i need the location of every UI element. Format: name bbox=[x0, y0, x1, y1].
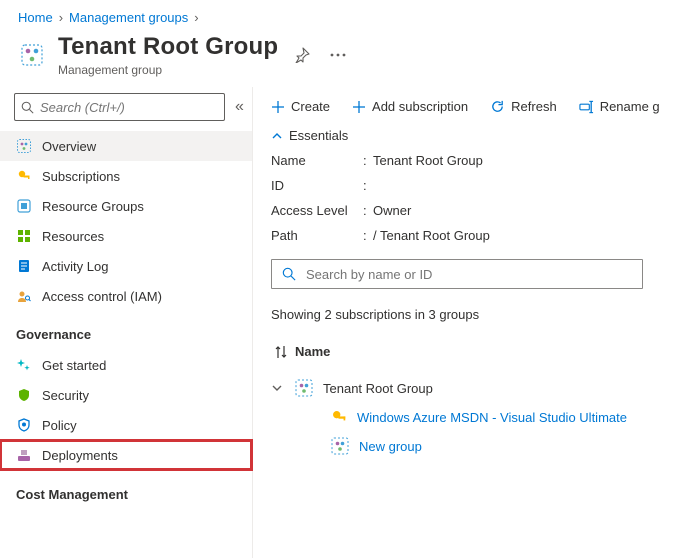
tree-row-root[interactable]: Tenant Root Group bbox=[271, 373, 700, 403]
search-icon bbox=[21, 101, 34, 114]
sidebar-item-label: Deployments bbox=[42, 448, 118, 463]
column-header-label: Name bbox=[295, 344, 330, 359]
tree-row-label: Tenant Root Group bbox=[323, 381, 433, 396]
main-search[interactable] bbox=[271, 259, 643, 289]
tree-row-link[interactable]: Windows Azure MSDN - Visual Studio Ultim… bbox=[357, 410, 627, 425]
main-pane: Create Add subscription Refresh Rename g… bbox=[253, 87, 700, 558]
essentials-access-label: Access Level bbox=[271, 203, 363, 218]
sidebar-item-label: Policy bbox=[42, 418, 77, 433]
sidebar-section-governance: Governance bbox=[0, 311, 252, 350]
grid-icon bbox=[16, 228, 32, 244]
essentials-grid: Name:Tenant Root Group ID: Access Level:… bbox=[271, 153, 700, 259]
showing-text: Showing 2 subscriptions in 3 groups bbox=[271, 307, 700, 322]
sidebar-item-label: Overview bbox=[42, 139, 96, 154]
sidebar-item-label: Get started bbox=[42, 358, 106, 373]
sidebar-item-access-control[interactable]: Access control (IAM) bbox=[0, 281, 252, 311]
sidebar-item-label: Resources bbox=[42, 229, 104, 244]
chevron-down-icon[interactable] bbox=[271, 382, 285, 394]
collapse-sidebar-icon[interactable]: « bbox=[231, 96, 248, 118]
policy-icon bbox=[16, 417, 32, 433]
essentials-toggle[interactable]: Essentials bbox=[271, 128, 700, 153]
add-subscription-button[interactable]: Add subscription bbox=[352, 99, 468, 114]
toolbar-label: Refresh bbox=[511, 99, 557, 114]
chevron-up-icon bbox=[271, 130, 283, 142]
chevron-right-icon: › bbox=[194, 10, 198, 25]
sidebar-item-label: Access control (IAM) bbox=[42, 289, 162, 304]
shield-icon bbox=[16, 387, 32, 403]
sidebar-item-policy[interactable]: Policy bbox=[0, 410, 252, 440]
sidebar-item-deployments[interactable]: Deployments bbox=[0, 440, 252, 470]
refresh-icon bbox=[490, 99, 505, 114]
plus-icon bbox=[352, 100, 366, 114]
key-icon bbox=[16, 168, 32, 184]
tree-row-subscription[interactable]: Windows Azure MSDN - Visual Studio Ultim… bbox=[271, 403, 700, 431]
management-group-icon bbox=[16, 138, 32, 154]
key-icon bbox=[331, 409, 347, 425]
name-column-header[interactable]: Name bbox=[271, 344, 700, 359]
essentials-name-label: Name bbox=[271, 153, 363, 168]
breadcrumb-management-groups[interactable]: Management groups bbox=[69, 10, 188, 25]
iam-icon bbox=[16, 288, 32, 304]
main-search-input[interactable] bbox=[306, 267, 632, 282]
breadcrumb-home[interactable]: Home bbox=[18, 10, 53, 25]
essentials-id-label: ID bbox=[271, 178, 363, 193]
sidebar-item-resource-groups[interactable]: Resource Groups bbox=[0, 191, 252, 221]
chevron-right-icon: › bbox=[59, 10, 63, 25]
sidebar-item-resources[interactable]: Resources bbox=[0, 221, 252, 251]
sidebar-search-input[interactable] bbox=[40, 100, 218, 115]
management-group-icon bbox=[18, 41, 46, 69]
essentials-path-value: / Tenant Root Group bbox=[373, 228, 700, 243]
management-group-icon bbox=[331, 437, 349, 455]
refresh-button[interactable]: Refresh bbox=[490, 99, 557, 114]
essentials-heading: Essentials bbox=[289, 128, 348, 143]
essentials-access-value: Owner bbox=[373, 203, 700, 218]
page-title: Tenant Root Group bbox=[58, 33, 278, 61]
sidebar-item-security[interactable]: Security bbox=[0, 380, 252, 410]
management-group-icon bbox=[295, 379, 313, 397]
tree-row-link[interactable]: New group bbox=[359, 439, 422, 454]
log-icon bbox=[16, 258, 32, 274]
tree-row-group[interactable]: New group bbox=[271, 431, 700, 461]
plus-icon bbox=[271, 100, 285, 114]
pin-icon[interactable] bbox=[290, 43, 314, 67]
sidebar: « Overview Subscriptions Resource Groups… bbox=[0, 87, 253, 558]
sidebar-item-get-started[interactable]: Get started bbox=[0, 350, 252, 380]
page-subtitle: Management group bbox=[58, 63, 278, 77]
sidebar-nav: Overview Subscriptions Resource Groups R… bbox=[0, 131, 252, 510]
breadcrumb: Home › Management groups › bbox=[0, 0, 700, 29]
sidebar-item-label: Activity Log bbox=[42, 259, 108, 274]
sidebar-item-label: Security bbox=[42, 388, 89, 403]
search-icon bbox=[282, 267, 296, 281]
sidebar-item-label: Subscriptions bbox=[42, 169, 120, 184]
more-icon[interactable] bbox=[326, 49, 350, 61]
sidebar-item-activity-log[interactable]: Activity Log bbox=[0, 251, 252, 281]
essentials-id-value bbox=[373, 178, 700, 193]
sparkle-icon bbox=[16, 357, 32, 373]
create-button[interactable]: Create bbox=[271, 99, 330, 114]
hierarchy-tree: Tenant Root Group Windows Azure MSDN - V… bbox=[271, 373, 700, 461]
rename-button[interactable]: Rename g bbox=[579, 99, 660, 114]
rename-icon bbox=[579, 100, 594, 114]
toolbar: Create Add subscription Refresh Rename g bbox=[271, 95, 700, 128]
toolbar-label: Add subscription bbox=[372, 99, 468, 114]
sidebar-section-cost-management: Cost Management bbox=[0, 470, 252, 510]
sidebar-item-label: Resource Groups bbox=[42, 199, 144, 214]
sidebar-item-subscriptions[interactable]: Subscriptions bbox=[0, 161, 252, 191]
sidebar-item-overview[interactable]: Overview bbox=[0, 131, 252, 161]
essentials-name-value: Tenant Root Group bbox=[373, 153, 700, 168]
deploy-icon bbox=[16, 447, 32, 463]
toolbar-label: Rename g bbox=[600, 99, 660, 114]
essentials-path-label: Path bbox=[271, 228, 363, 243]
sort-icon bbox=[275, 345, 287, 359]
resource-group-icon bbox=[16, 198, 32, 214]
toolbar-label: Create bbox=[291, 99, 330, 114]
sidebar-search[interactable] bbox=[14, 93, 225, 121]
page-header: Tenant Root Group Management group bbox=[0, 29, 700, 87]
